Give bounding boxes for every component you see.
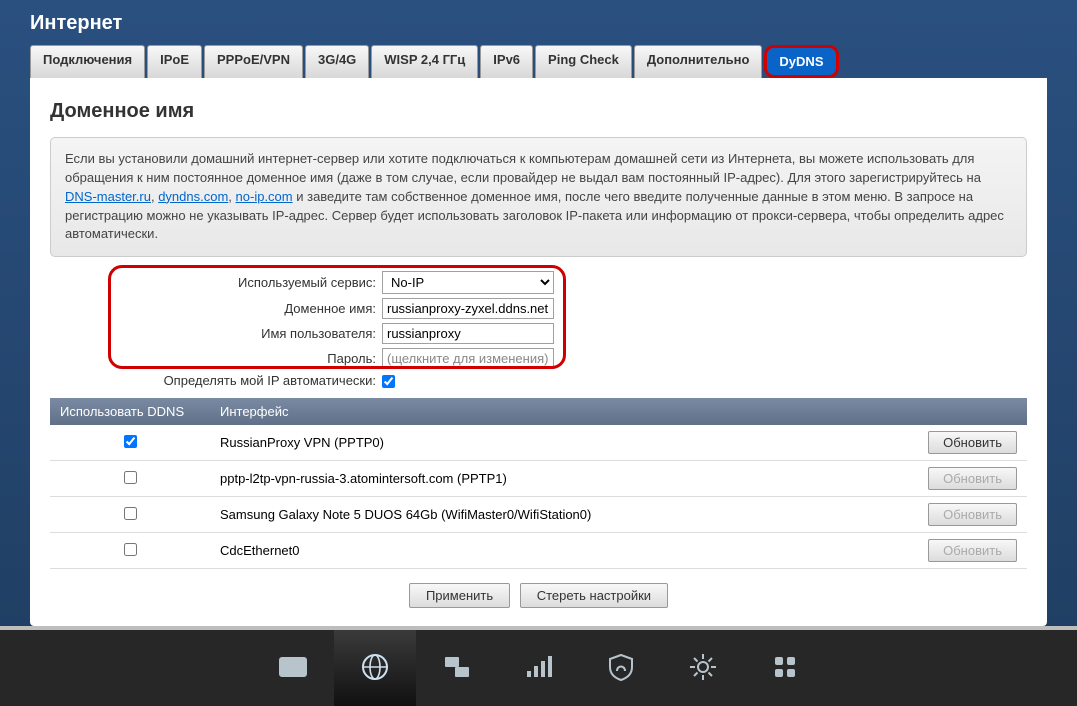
label-service: Используемый сервис: xyxy=(50,275,382,290)
info-text-pre: Если вы установили домашний интернет-сер… xyxy=(65,151,981,185)
refresh-button: Обновить xyxy=(928,503,1017,526)
tab-connections[interactable]: Подключения xyxy=(30,45,145,78)
input-domain[interactable] xyxy=(382,298,554,319)
tab-3g4g[interactable]: 3G/4G xyxy=(305,45,369,78)
link-dns-master[interactable]: DNS-master.ru xyxy=(65,189,151,204)
row-interface-name: Samsung Galaxy Note 5 DUOS 64Gb (WifiMas… xyxy=(210,497,917,533)
tab-dydns[interactable]: DyDNS xyxy=(764,45,838,78)
tab-wisp-24[interactable]: WISP 2,4 ГГц xyxy=(371,45,478,78)
nav-security[interactable] xyxy=(580,630,662,706)
tab-bar: Подключения IPoE PPPoE/VPN 3G/4G WISP 2,… xyxy=(0,45,1077,78)
reset-button[interactable]: Стереть настройки xyxy=(520,583,668,608)
table-row: pptp-l2tp-vpn-russia-3.atomintersoft.com… xyxy=(50,461,1027,497)
page-title: Интернет xyxy=(0,0,1077,45)
nav-lan[interactable] xyxy=(416,630,498,706)
col-interface: Интерфейс xyxy=(210,398,917,425)
row-checkbox[interactable] xyxy=(124,543,137,556)
row-checkbox[interactable] xyxy=(124,435,137,448)
nav-system[interactable] xyxy=(662,630,744,706)
label-autoip: Определять мой IP автоматически: xyxy=(50,373,382,388)
shield-icon xyxy=(605,651,637,686)
content-panel: Доменное имя Если вы установили домашний… xyxy=(30,78,1047,626)
tab-ping-check[interactable]: Ping Check xyxy=(535,45,632,78)
interface-table: Использовать DDNS Интерфейс RussianProxy… xyxy=(50,398,1027,569)
table-row: CdcEthernet0 Обновить xyxy=(50,533,1027,569)
signal-icon xyxy=(523,651,555,686)
refresh-button[interactable]: Обновить xyxy=(928,431,1017,454)
nav-internet[interactable] xyxy=(334,630,416,706)
info-text: Если вы установили домашний интернет-сер… xyxy=(50,137,1027,257)
nav-wifi[interactable] xyxy=(498,630,580,706)
input-password[interactable] xyxy=(382,348,554,369)
tab-additional[interactable]: Дополнительно xyxy=(634,45,763,78)
apply-button[interactable]: Применить xyxy=(409,583,510,608)
section-title: Доменное имя xyxy=(50,100,1027,123)
row-checkbox[interactable] xyxy=(124,471,137,484)
label-username: Имя пользователя: xyxy=(50,326,382,341)
gear-icon xyxy=(687,651,719,686)
table-row: Samsung Galaxy Note 5 DUOS 64Gb (WifiMas… xyxy=(50,497,1027,533)
select-service[interactable]: No-IP xyxy=(382,271,554,294)
checkbox-autoip[interactable] xyxy=(382,375,395,388)
row-interface-name: RussianProxy VPN (PPTP0) xyxy=(210,425,917,461)
link-noip[interactable]: no-ip.com xyxy=(236,189,293,204)
monitor-icon xyxy=(277,651,309,686)
tab-pppoe-vpn[interactable]: PPPoE/VPN xyxy=(204,45,303,78)
row-interface-name: CdcEthernet0 xyxy=(210,533,917,569)
label-password: Пароль: xyxy=(50,351,382,366)
table-row: RussianProxy VPN (PPTP0) Обновить xyxy=(50,425,1027,461)
tab-ipv6[interactable]: IPv6 xyxy=(480,45,533,78)
nav-apps[interactable] xyxy=(744,630,826,706)
lan-icon xyxy=(441,651,473,686)
nav-monitor[interactable] xyxy=(252,630,334,706)
apps-icon xyxy=(769,651,801,686)
globe-icon xyxy=(359,651,391,686)
col-use-ddns: Использовать DDNS xyxy=(50,398,210,425)
tab-ipoe[interactable]: IPoE xyxy=(147,45,202,78)
bottom-nav xyxy=(0,626,1077,706)
refresh-button: Обновить xyxy=(928,539,1017,562)
input-username[interactable] xyxy=(382,323,554,344)
label-domain: Доменное имя: xyxy=(50,301,382,316)
row-checkbox[interactable] xyxy=(124,507,137,520)
refresh-button: Обновить xyxy=(928,467,1017,490)
row-interface-name: pptp-l2tp-vpn-russia-3.atomintersoft.com… xyxy=(210,461,917,497)
link-dyndns[interactable]: dyndns.com xyxy=(158,189,228,204)
